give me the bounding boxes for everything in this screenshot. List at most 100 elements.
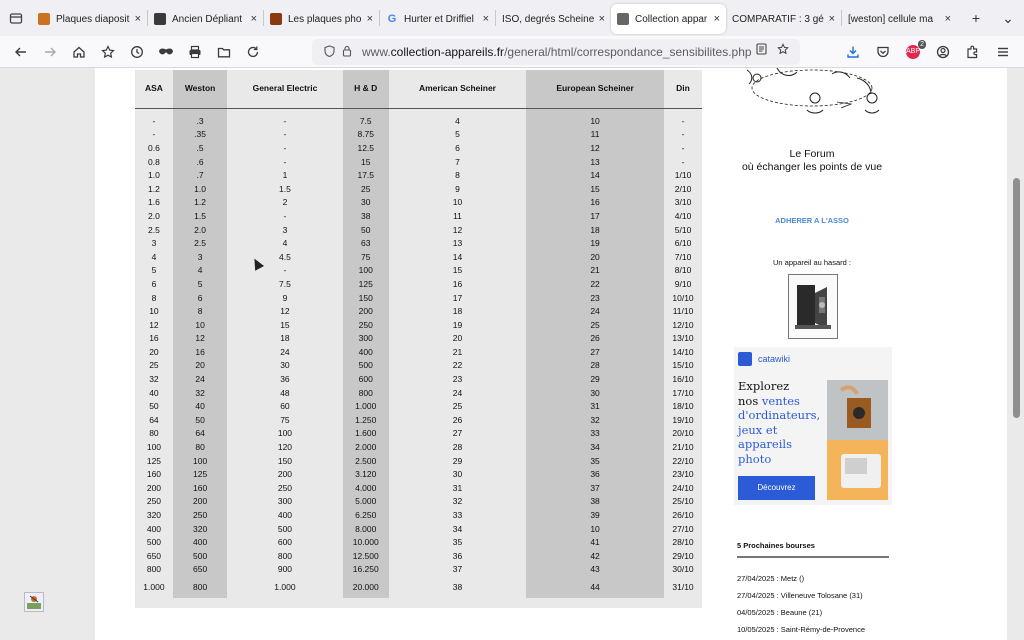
table-row: 125 100 150 2.500 29 35 22/10: [135, 453, 702, 468]
catawiki-advertisement[interactable]: catawiki Explorez nos ventes d'ordinateu…: [734, 347, 892, 505]
fair-list-item[interactable]: 10/05/2025 : Saint-Rémy-de-Provence: [737, 625, 865, 634]
table-row: 25 20 30 500 22 28 15/10: [135, 358, 702, 373]
forum-subtitle[interactable]: où échanger les points de vue: [731, 161, 893, 173]
scrollbar-thumb[interactable]: [1013, 178, 1020, 418]
table-cell: 12: [172, 331, 228, 346]
table-cell: 5: [455, 129, 460, 140]
pocket-button[interactable]: [868, 38, 898, 66]
home-button[interactable]: [64, 38, 93, 66]
table-cell: 500: [172, 549, 228, 563]
forum-title[interactable]: Le Forum: [731, 148, 893, 160]
star-icon: [100, 44, 115, 58]
table-cell: 42: [526, 549, 665, 563]
table-cell: 1.000: [274, 582, 296, 593]
extension-button[interactable]: ABP 2: [898, 38, 928, 66]
page-scrollbar[interactable]: [1007, 68, 1024, 640]
site-mascot-icon[interactable]: [24, 592, 44, 612]
forward-arrow-icon: [44, 47, 56, 56]
tab-4[interactable]: G Hurter et Driffiel ×: [380, 4, 495, 34]
table-cell: 1.6: [148, 197, 160, 208]
tab-close-button[interactable]: ×: [251, 13, 257, 25]
tab-7[interactable]: COMPARATIF : 3 gé ×: [726, 4, 841, 34]
table-cell: 37: [452, 564, 463, 575]
print-button[interactable]: [180, 38, 209, 66]
bookmark-manager-button[interactable]: [93, 38, 122, 66]
tab-close-button[interactable]: ×: [135, 13, 141, 25]
reader-view-icon[interactable]: [750, 43, 772, 58]
bookmark-star-icon[interactable]: [772, 43, 794, 58]
tab-close-button[interactable]: ×: [483, 13, 489, 25]
table-cell: 50: [342, 222, 389, 237]
tab-overview-icon[interactable]: [0, 0, 32, 36]
table-cell: .6: [172, 154, 228, 169]
fair-list-item[interactable]: 27/04/2025 : Metz (): [737, 574, 804, 583]
private-mask-button[interactable]: [151, 38, 180, 66]
downloads-button[interactable]: [838, 38, 868, 66]
tab-close-button[interactable]: ×: [599, 13, 605, 25]
table-cell: 250: [172, 508, 228, 522]
history-button[interactable]: [122, 38, 151, 66]
ad-discover-button[interactable]: Découvrez: [738, 476, 815, 500]
back-button[interactable]: [6, 38, 35, 66]
table-cell: 35: [526, 453, 665, 468]
forward-button[interactable]: [35, 38, 64, 66]
random-camera-image[interactable]: [788, 274, 838, 339]
table-cell: 29: [526, 372, 665, 386]
tab-favicon-icon: [38, 13, 50, 25]
app-menu-button[interactable]: [988, 38, 1018, 66]
table-cell: 2.5: [172, 236, 228, 250]
tab-close-button[interactable]: ×: [367, 13, 373, 25]
account-button[interactable]: [928, 38, 958, 66]
table-row: - .35 - 8.75 5 11 -: [135, 127, 702, 142]
table-cell: 50: [172, 413, 228, 427]
table-cell: 6: [455, 142, 460, 153]
tab-8[interactable]: [weston] cellule ma ×: [842, 4, 957, 34]
tab-6[interactable]: Collection appar ×: [611, 4, 726, 34]
address-bar[interactable]: www.collection-appareils.fr/general/html…: [312, 39, 800, 65]
table-cell: -: [283, 142, 287, 153]
table-cell: 4/10: [674, 210, 692, 221]
tab-close-button[interactable]: ×: [829, 13, 835, 25]
upcoming-fairs-divider: [737, 556, 889, 558]
new-tab-button[interactable]: +: [960, 10, 992, 26]
table-cell: 1.000: [342, 399, 389, 414]
table-cell: 34: [452, 523, 463, 534]
table-row: 8 6 9 150 17 23 10/10: [135, 290, 702, 305]
table-cell: 36: [280, 374, 290, 385]
tab-1[interactable]: Plaques diaposit ×: [32, 4, 147, 34]
fair-list-item[interactable]: 27/04/2025 : Villeneuve Tolosane (31): [737, 591, 863, 600]
navigation-toolbar: www.collection-appareils.fr/general/html…: [0, 36, 1024, 68]
table-cell: -: [283, 115, 287, 126]
table-row: 16 12 18 300 20 26 13/10: [135, 331, 702, 346]
table-row: 400 320 500 8.000 34 10 27/10: [135, 521, 702, 536]
table-cell: 10/10: [672, 292, 694, 303]
table-cell: 20: [526, 249, 665, 264]
table-cell: 14: [452, 251, 463, 262]
tab-close-button[interactable]: ×: [714, 13, 720, 25]
tab-5[interactable]: ISO, degrés Scheine ×: [496, 4, 611, 34]
table-cell: 3: [282, 224, 288, 235]
shield-icon[interactable]: [320, 44, 338, 60]
reload-button[interactable]: [238, 38, 267, 66]
lock-icon[interactable]: [338, 45, 356, 60]
table-cell: 30: [452, 469, 463, 480]
forum-illustration-icon[interactable]: [737, 68, 889, 118]
tab-3[interactable]: Les plaques pho ×: [264, 4, 379, 34]
open-folder-button[interactable]: [209, 38, 238, 66]
column-header: H & D: [342, 70, 389, 109]
extensions-button[interactable]: [958, 38, 988, 66]
table-cell: 9/10: [674, 278, 692, 289]
list-tabs-button[interactable]: ⌄: [992, 10, 1024, 27]
join-association-link[interactable]: ADHERER A L'ASSO: [731, 216, 893, 225]
fair-list-item[interactable]: 04/05/2025 : Beaune (21): [737, 608, 822, 617]
ad-line-5: appareils: [738, 437, 792, 451]
table-cell: 1.5: [279, 183, 291, 194]
table-row: 250 200 300 5.000 32 38 25/10: [135, 494, 702, 509]
tab-close-button[interactable]: ×: [945, 13, 951, 25]
table-row: 1.6 1.2 2 30 10 16 3/10: [135, 195, 702, 210]
table-cell: 800: [172, 576, 228, 599]
table-cell: 500: [342, 358, 389, 373]
table-cell: 26: [452, 414, 463, 425]
table-cell: 8: [455, 170, 460, 181]
tab-2[interactable]: Ancien Dépliant ×: [148, 4, 263, 34]
